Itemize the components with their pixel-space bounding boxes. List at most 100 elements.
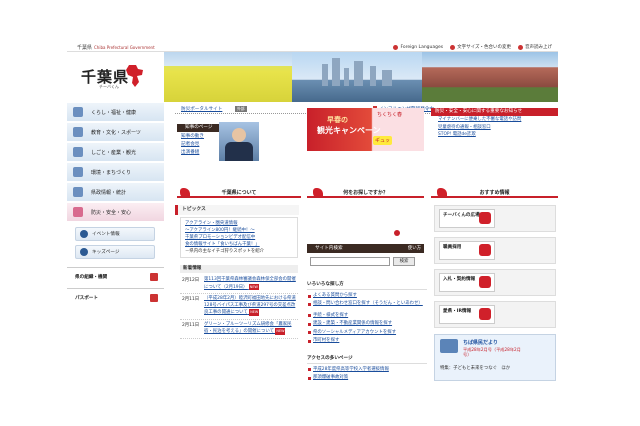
search-heading-text: サイト内検索	[315, 246, 343, 251]
access-link[interactable]: 平成28年度県高等学校入学者選抜情報	[307, 366, 427, 375]
notice-link[interactable]: マイナンバーに便乗した不審な電話や訪問	[431, 116, 558, 124]
topbar-brand[interactable]: 千葉県	[77, 44, 92, 51]
important-notices: 防災・安全・安心に関する重要なお知らせ マイナンバーに便乗した不審な電話や訪問 …	[431, 108, 558, 139]
top-bar: 千葉県 Chiba Prefectural Government Foreign…	[67, 42, 558, 52]
find-methods: いろいろな探し方 よくある質問から探す 相談・問い合わせ窓口を探す（そうだん・と…	[307, 280, 427, 383]
search-input[interactable]	[310, 257, 390, 266]
ir-icon	[479, 308, 491, 320]
topbar-brand-en: Chiba Prefectural Government	[94, 44, 155, 50]
disaster-portal-link[interactable]: 防災ポータルサイト	[181, 106, 222, 112]
sidebar-item-work[interactable]: しごと・産業・観光	[67, 143, 164, 162]
notice-link[interactable]: STOP! 電話de詐欺	[431, 131, 558, 139]
text-size-link[interactable]: 文字サイズ・色合いの変更	[450, 44, 511, 50]
governor-link[interactable]: 出演番組	[181, 149, 204, 157]
read-aloud-link[interactable]: 音声読み上げ	[518, 44, 552, 50]
sidebar-item-label: しごと・産業・観光	[91, 149, 137, 156]
campaign-badge: ギュッ	[373, 136, 393, 145]
find-methods-heading: いろいろな探し方	[307, 280, 427, 290]
top-utility-links: Foreign Languages 文字サイズ・色合いの変更 音声読み上げ	[393, 44, 552, 50]
find-link[interactable]: 県のソーシャルメディアアカウントを探す	[307, 329, 427, 338]
search-help-link[interactable]: 使い方	[408, 244, 421, 253]
access-heading: アクセスの多いページ	[307, 354, 427, 364]
newsletter-icon	[440, 339, 458, 353]
new-badge: NEW	[249, 309, 260, 316]
mascot-icon	[479, 212, 491, 224]
search-button[interactable]: 検索	[393, 257, 415, 266]
sidebar-item-environment[interactable]: 環境・まちづくり	[67, 163, 164, 182]
recommend-card-bidding[interactable]: 入札・契約情報	[434, 269, 556, 296]
about-chiba-title: 千葉県について	[177, 188, 301, 198]
sidebar-item-living[interactable]: くらし・福祉・健康	[67, 103, 164, 122]
globe-icon	[393, 44, 399, 50]
kids-page-button[interactable]: キッズページ	[75, 245, 155, 259]
text-size-icon	[450, 44, 456, 50]
foreign-languages-link[interactable]: Foreign Languages	[393, 44, 443, 50]
governor-link[interactable]: 記者会見	[181, 141, 204, 149]
topic-subtext: －県内の主なイチゴ狩りスポットを紹介	[185, 249, 265, 254]
topic-link[interactable]: アクアライン・圏央道情報	[185, 220, 295, 227]
governor-link[interactable]: 知事の動き	[181, 133, 204, 141]
campaign-line2: 観光キャンペーン	[317, 126, 381, 135]
news-row: 2月11日 グリーン・ブルーツーリズム研修会「農家民宿・民泊を考える」の開催につ…	[180, 320, 298, 339]
site-logo[interactable]: 千葉県 チーバくん	[67, 52, 164, 102]
tourism-campaign-banner[interactable]: 早春の 観光キャンペーン ちくちく春 ギュッ	[307, 108, 424, 151]
sidebar-item-government[interactable]: 県政情報・統計	[67, 183, 164, 202]
access-link[interactable]: 那須爆破事故対策	[307, 374, 427, 383]
speaker-icon	[518, 44, 523, 50]
page: 千葉県 Chiba Prefectural Government Foreign…	[67, 42, 558, 383]
external-tag: 外部	[235, 106, 247, 112]
staff-icon	[479, 244, 491, 256]
site-search-heading: サイト内検索 使い方	[307, 244, 424, 253]
sidebar-item-education[interactable]: 教育・文化・スポーツ	[67, 123, 164, 142]
event-info-button[interactable]: イベント情報	[75, 227, 155, 241]
recommend-card-chiba-kun[interactable]: チーバくんの広場	[434, 205, 556, 232]
sidebar-item-label: 環境・まちづくり	[91, 169, 132, 176]
news-date: 2月11日	[182, 297, 200, 302]
rapeseed-field-image	[164, 52, 292, 102]
search-section-title: 何をお探しですか？	[307, 188, 424, 198]
prefecture-newsletter-card[interactable]: ちば県民だより 平成28年2月号（平成28年2月号） 特集：子どもと未来をつなぐ…	[434, 334, 556, 381]
chiba-mascot-icon	[126, 65, 143, 87]
governor-links: 知事の動き 記者会見 出演番組	[181, 133, 204, 157]
governor-photo[interactable]	[219, 122, 259, 161]
header-banner	[164, 52, 558, 102]
sidebar-item-safety[interactable]: 防災・安全・安心	[67, 203, 164, 222]
new-badge: NEW	[275, 328, 286, 335]
find-link[interactable]: 相談・問い合わせ窓口を探す（そうだん・といあわせ）	[307, 301, 427, 312]
topic-link[interactable]: 食の情報サイト「食いちばん千葉！」	[185, 241, 295, 248]
organization-link[interactable]: 県の組織・機関	[67, 267, 164, 285]
notice-link[interactable]: 児童虐待の通報・相談窓口	[431, 124, 558, 132]
newsletter-feature: 特集：子どもと未来をつなぐ ほか	[440, 366, 511, 371]
recommend-card-ir[interactable]: 愛県・IR情報	[434, 301, 556, 328]
passport-link[interactable]: パスポート	[67, 288, 164, 306]
contract-icon	[479, 276, 491, 288]
campaign-line1: 早春の	[327, 116, 348, 124]
notices-heading[interactable]: 防災・安全・安心に関する重要なお知らせ	[431, 108, 558, 116]
newsletter-title: ちば県民だより	[463, 340, 498, 346]
new-badge: NEW	[248, 283, 259, 290]
find-link[interactable]: よくある質問から探す	[307, 292, 427, 301]
campaign-side: ちくちく春	[377, 112, 403, 118]
news-link[interactable]: （平成28年2月）睦沢町福田地先における県道128号バイパス工事及び県道297号…	[204, 296, 296, 317]
newsletter-issue: 平成28年2月号（平成28年2月号）	[463, 347, 521, 357]
recommend-card-recruit[interactable]: 職員採用	[434, 237, 556, 264]
topics-list: アクアライン・圏央道情報 ～アクアライン800円！継続中！～ 千葉県プロモーショ…	[180, 217, 298, 258]
news-date: 2月12日	[182, 278, 200, 283]
news-row: 2月12日 第113回千葉県森林審議会森林保全部会の開催について（2月19日） …	[180, 275, 298, 294]
news-list: 2月12日 第113回千葉県森林審議会森林保全部会の開催について（2月19日） …	[180, 275, 298, 339]
find-link[interactable]: 市町村を探す	[307, 337, 427, 346]
sidebar-item-label: 防災・安全・安心	[91, 209, 132, 216]
passport-icon	[150, 293, 158, 302]
topic-link[interactable]: 千葉県プロモーションビデオ配信中	[185, 234, 295, 241]
sidebar-item-label: 教育・文化・スポーツ	[91, 129, 141, 136]
news-row: 2月11日 （平成28年2月）睦沢町福田地先における県道128号バイパス工事及び…	[180, 294, 298, 320]
news-link[interactable]: グリーン・ブルーツーリズム研修会「農家民宿・民泊を考える」の開催について NEW	[204, 322, 296, 336]
find-link[interactable]: 手続・様式を探す	[307, 312, 427, 321]
topic-link[interactable]: ～アクアライン800円！継続中！～	[185, 227, 295, 234]
news-link[interactable]: 第113回千葉県森林審議会森林保全部会の開催について（2月19日） NEW	[204, 277, 296, 291]
recommend-section-title: おすすめ情報	[431, 188, 558, 198]
calendar-icon	[80, 230, 88, 238]
logo-subtitle: チーバくん	[99, 84, 119, 89]
find-link[interactable]: 建設・建築・不動産業関係の情報を探す	[307, 320, 427, 329]
briefcase-icon	[73, 147, 83, 157]
